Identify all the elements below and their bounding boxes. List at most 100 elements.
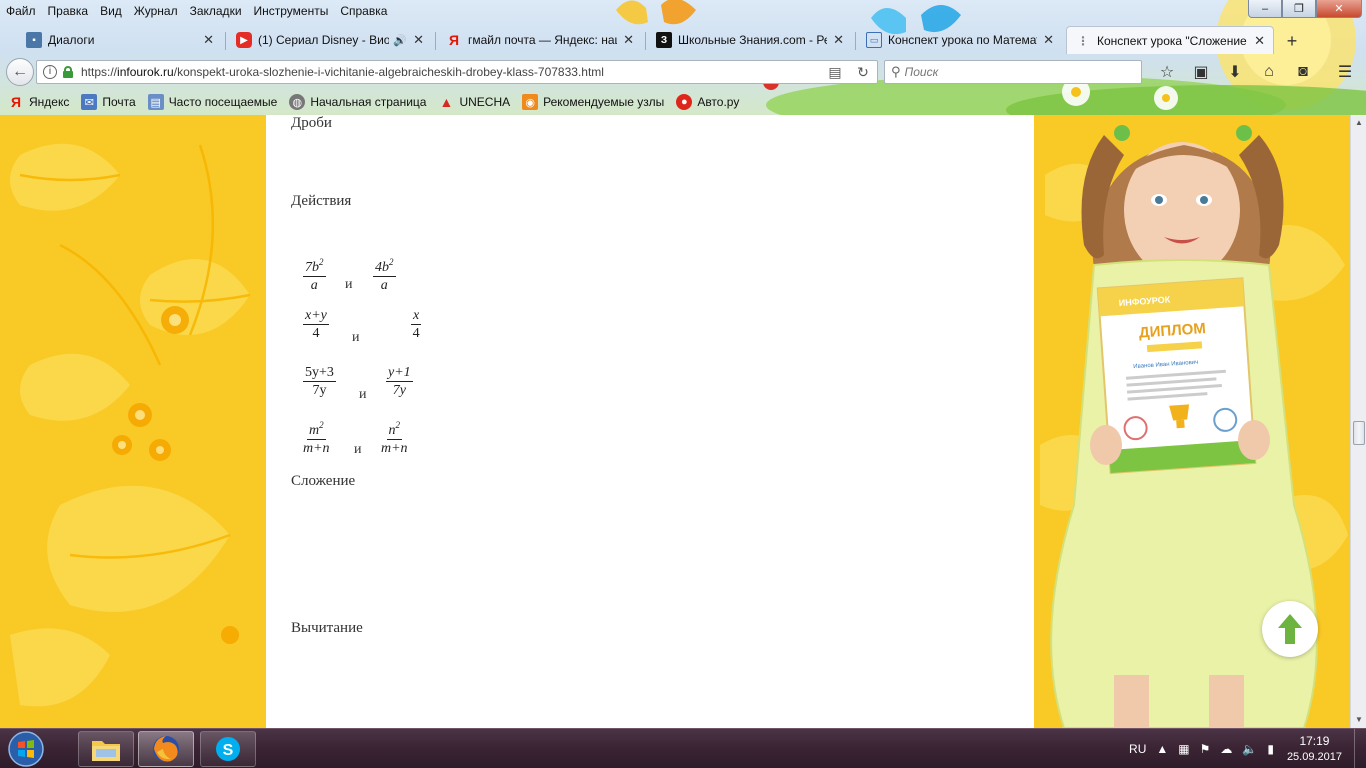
tab-yandex-search[interactable]: Я гмайл почта — Яндекс: наш ✕ [438, 26, 642, 54]
tab-znanija[interactable]: З Школьные Знания.com - Ре ✕ [648, 26, 852, 54]
info-icon[interactable]: i [43, 65, 57, 79]
scroll-to-top-button[interactable] [1262, 601, 1318, 657]
scroll-up-arrow[interactable]: ▲ [1351, 115, 1366, 131]
menu-view[interactable]: Вид [100, 4, 122, 18]
reload-icon[interactable]: ↻ [849, 64, 877, 81]
menu-help[interactable]: Справка [340, 4, 387, 18]
back-button[interactable]: ← [6, 58, 34, 86]
download-icon[interactable]: ⬇ [1218, 60, 1252, 84]
clock[interactable]: 17:19 25.09.2017 [1287, 733, 1342, 765]
tab-math-lesson[interactable]: ▭ Конспект урока по Математ ✕ [858, 26, 1062, 54]
fraction-numerator: 4b2 [373, 257, 396, 277]
minimize-button[interactable]: – [1248, 0, 1282, 18]
star-icon[interactable]: ☆ [1150, 60, 1184, 84]
library-icon[interactable]: ▣ [1184, 60, 1218, 84]
taskbar-explorer[interactable] [78, 731, 134, 767]
fraction-numerator: x [411, 308, 422, 325]
search-bar[interactable]: ⚲ [884, 60, 1142, 84]
firefox-icon [153, 736, 179, 762]
search-input[interactable] [904, 65, 1125, 79]
menu-edit[interactable]: Правка [48, 4, 89, 18]
page-viewport: Дроби Действия 7b2 a и 4b2 a x+y 4 и x 4… [0, 115, 1350, 728]
address-bar[interactable]: i https://infourok.ru/konspekt-uroka-slo… [36, 60, 878, 84]
bookmark-unecha[interactable]: ▲ UNECHA [438, 94, 511, 110]
tab-close-button[interactable]: ✕ [203, 32, 214, 48]
tab-close-button[interactable]: ✕ [413, 32, 424, 48]
fraction-denominator: 7y [312, 383, 327, 398]
bookmark-label: Рекомендуемые узлы [543, 95, 665, 109]
fraction-numerator: n2 [386, 420, 403, 440]
actions-heading: Действия [291, 193, 352, 209]
restore-button[interactable]: ❐ [1282, 0, 1316, 18]
taskbar-skype[interactable]: S [200, 731, 256, 767]
url-text[interactable]: https://infourok.ru/konspekt-uroka-slozh… [81, 65, 821, 79]
menu-history[interactable]: Журнал [134, 4, 178, 18]
url-path: /konspekt-uroka-slozhenie-i-vichitanie-a… [173, 65, 604, 79]
fraction-x-plus-y-over-4: x+y 4 [303, 308, 329, 341]
menu-bookmarks[interactable]: Закладки [190, 4, 242, 18]
tab-disney-series[interactable]: ▶ (1) Сериал Disney - Виол 🔊 ✕ [228, 26, 432, 54]
tab-title: гмайл почта — Яндекс: наш [468, 33, 618, 47]
flag-icon[interactable]: ⚑ [1200, 742, 1211, 756]
lock-icon[interactable] [63, 66, 73, 78]
toolbar-icons: ☆ ▣ ⬇ ⌂ ◙ ☰ [1150, 60, 1362, 84]
page-icon: ⋮ [1077, 33, 1089, 48]
hamburger-menu-icon[interactable]: ☰ [1328, 60, 1362, 84]
skype-icon: S [216, 737, 240, 761]
fraction-denominator: m+n [381, 441, 408, 456]
bookmark-recommended[interactable]: ◉ Рекомендуемые узлы [522, 94, 664, 110]
bookmarks-toolbar: Я Яндекс ✉ Почта ▤ Часто посещаемые ◍ На… [0, 90, 1366, 114]
pocket-icon[interactable]: ◙ [1286, 60, 1320, 84]
fraction-m2-over-m-plus-n: m2 m+n [303, 418, 330, 456]
tab-close-button[interactable]: ✕ [1043, 32, 1054, 48]
lesson-article: Дроби Действия 7b2 a и 4b2 a x+y 4 и x 4… [266, 115, 1034, 728]
svg-text:S: S [223, 742, 234, 759]
fraction-denominator: 7y [392, 383, 406, 398]
bookmark-frequent[interactable]: ▤ Часто посещаемые [147, 94, 278, 110]
tab-strip: ▪ Диалоги ✕ ▶ (1) Сериал Disney - Виол 🔊… [0, 24, 1366, 54]
fraction-denominator: a [310, 278, 318, 293]
tab-close-button[interactable]: ✕ [623, 32, 634, 48]
reader-view-icon[interactable]: ▤ [821, 64, 849, 81]
power-icon[interactable]: ▮ [1267, 742, 1274, 756]
bookmark-start-page[interactable]: ◍ Начальная страница [289, 94, 426, 110]
tab-title: Диалоги [48, 33, 95, 47]
mail-icon: ✉ [81, 94, 98, 110]
fraction-5y-plus-3-over-7y: 5y+3 7y [303, 365, 336, 398]
scrollbar-thumb[interactable] [1353, 421, 1365, 445]
speaker-icon[interactable]: 🔊 [393, 34, 407, 47]
network-device-icon[interactable]: ▦ [1178, 742, 1189, 756]
fraction-n2-over-m-plus-n: n2 m+n [381, 418, 408, 456]
znanija-icon: З [656, 32, 672, 48]
search-icon: ⚲ [891, 64, 901, 79]
tab-dialogs[interactable]: ▪ Диалоги ✕ [18, 26, 222, 54]
menu-tools[interactable]: Инструменты [254, 4, 329, 18]
home-icon[interactable]: ⌂ [1252, 60, 1286, 84]
fraction-denominator: 4 [312, 326, 320, 341]
tab-close-button[interactable]: ✕ [1254, 33, 1265, 49]
bookmark-auto-ru[interactable]: ● Авто.ру [676, 94, 739, 110]
fraction-numerator: 5y+3 [303, 365, 336, 382]
volume-icon[interactable]: 🔈 [1242, 742, 1257, 756]
bookmark-mail[interactable]: ✉ Почта [81, 94, 136, 110]
tray-expand-icon[interactable]: ▲ [1156, 742, 1168, 756]
bookmark-yandex[interactable]: Я Яндекс [8, 94, 69, 110]
tab-title: Конспект урока по Математ [888, 33, 1038, 47]
show-desktop-button[interactable] [1354, 729, 1366, 768]
conjunction-and: и [345, 277, 353, 292]
close-window-button[interactable]: ✕ [1316, 0, 1362, 18]
tab-active-lesson[interactable]: ⋮ Конспект урока "Сложение ✕ [1066, 26, 1274, 54]
tab-close-button[interactable]: ✕ [833, 32, 844, 48]
scroll-down-arrow[interactable]: ▼ [1351, 712, 1366, 728]
new-tab-button[interactable]: + [1280, 30, 1304, 52]
bookmark-label: Авто.ру [697, 95, 740, 109]
start-button[interactable] [6, 730, 46, 768]
menu-file[interactable]: Файл [6, 4, 36, 18]
bookmark-label: Часто посещаемые [168, 95, 278, 109]
browser-chrome: Файл Правка Вид Журнал Закладки Инструме… [0, 0, 1366, 115]
language-indicator[interactable]: RU [1129, 742, 1146, 756]
taskbar-firefox[interactable] [138, 731, 194, 767]
tab-title: Школьные Знания.com - Ре [678, 33, 828, 47]
cloud-icon[interactable]: ☁ [1220, 742, 1232, 756]
vertical-scrollbar[interactable]: ▲ ▼ [1350, 115, 1366, 728]
